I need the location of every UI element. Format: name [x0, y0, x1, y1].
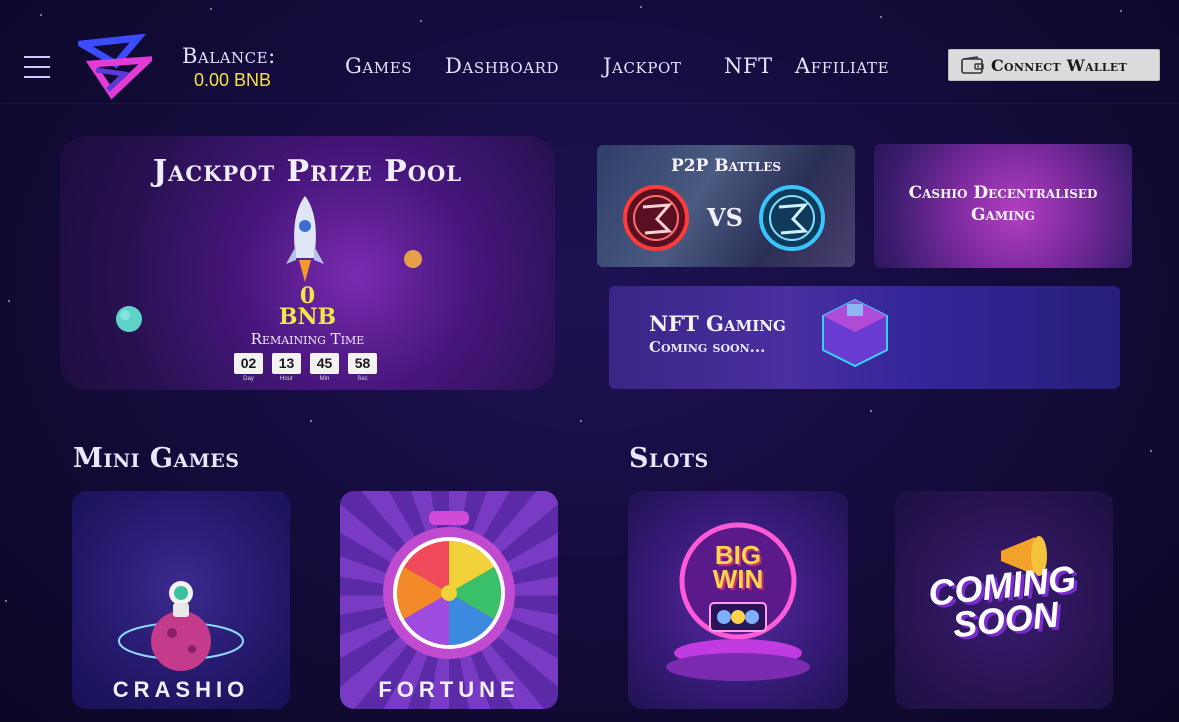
- countdown-value: 02: [234, 353, 263, 374]
- blue-player-emblem: [759, 185, 825, 251]
- nav-dashboard[interactable]: Dashboard: [445, 54, 559, 78]
- slots-heading: Slots: [629, 443, 709, 474]
- countdown-days: 02 Day: [234, 353, 263, 382]
- countdown-minutes: 45 Min: [310, 353, 339, 382]
- balance-display: Balance: 0.00 BNB: [182, 44, 276, 91]
- nft-gaming-subtitle: Coming soon...: [649, 338, 766, 356]
- countdown-seconds: 58 Sec: [348, 353, 377, 382]
- game-tile-slots[interactable]: BIG WIN: [628, 491, 848, 709]
- countdown-hours: 13 Hour: [272, 353, 301, 382]
- countdown-value: 13: [272, 353, 301, 374]
- cashio-decentralised-banner[interactable]: Cashio Decentralised Gaming: [874, 144, 1132, 268]
- cashio-title-line2: Gaming: [971, 205, 1035, 225]
- game-tile-crashio[interactable]: CRASHIO: [72, 491, 290, 709]
- jackpot-currency: BNB: [278, 304, 337, 330]
- top-navbar: Balance: 0.00 BNB Games Dashboard Jackpo…: [0, 0, 1179, 104]
- big-win-text: BIG WIN: [628, 542, 848, 594]
- mini-games-heading: Mini Games: [73, 443, 240, 474]
- countdown-timer: 02 Day 13 Hour 45 Min 58 Sec: [234, 353, 377, 382]
- game-tile-coming-soon[interactable]: COMING SOON: [895, 491, 1113, 709]
- jackpot-amount: 0 BNB: [60, 285, 555, 330]
- balance-value: 0.00 BNB: [194, 70, 272, 90]
- logo[interactable]: [78, 34, 152, 100]
- versus-label: VS: [707, 203, 743, 232]
- big-win-line2: WIN: [712, 564, 764, 594]
- p2p-battles-title: P2P Battles: [670, 156, 782, 176]
- nav-games[interactable]: Games: [345, 54, 412, 78]
- nft-gaming-banner[interactable]: NFT Gaming Coming soon...: [609, 286, 1120, 389]
- nav-nft[interactable]: NFT: [724, 54, 773, 78]
- connect-wallet-label: Connect Wallet: [991, 55, 1128, 75]
- p2p-battles-banner[interactable]: P2P Battles VS: [597, 145, 855, 267]
- countdown-value: 45: [310, 353, 339, 374]
- nav-affiliate[interactable]: Affiliate: [795, 54, 889, 78]
- countdown-unit: Day: [243, 376, 254, 382]
- jackpot-title: Jackpot Prize Pool: [152, 154, 463, 189]
- nav-jackpot[interactable]: Jackpot: [603, 54, 682, 78]
- countdown-unit: Sec: [357, 376, 368, 382]
- slot-machine-icon: [666, 522, 810, 681]
- cashio-title: Cashio Decentralised Gaming: [874, 182, 1132, 226]
- fortune-wheel-icon: [383, 511, 515, 659]
- crashio-label: CRASHIO: [112, 677, 250, 702]
- cashio-title-line1: Cashio Decentralised: [908, 183, 1098, 203]
- astronaut-planet-icon: [118, 581, 244, 671]
- nft-cube-icon: [822, 298, 888, 368]
- countdown-value: 58: [348, 353, 377, 374]
- balance-label: Balance:: [182, 44, 276, 68]
- nft-gaming-title: NFT Gaming: [649, 311, 786, 336]
- game-tile-fortune[interactable]: FORTUNE: [340, 491, 558, 709]
- meteor-icon: [404, 250, 422, 268]
- countdown-unit: Hour: [279, 376, 293, 382]
- coming-soon-text: COMING SOON: [895, 557, 1113, 648]
- menu-icon[interactable]: [24, 56, 50, 78]
- wallet-icon: [961, 56, 984, 74]
- jackpot-card[interactable]: Jackpot Prize Pool 0 BNB Remaining Time …: [60, 136, 555, 390]
- red-player-emblem: [623, 185, 689, 251]
- connect-wallet-button[interactable]: Connect Wallet: [948, 49, 1160, 81]
- fortune-label: FORTUNE: [378, 677, 520, 702]
- countdown-unit: Min: [319, 376, 330, 382]
- rocket-icon: [286, 196, 324, 282]
- remaining-time-label: Remaining Time: [250, 330, 365, 348]
